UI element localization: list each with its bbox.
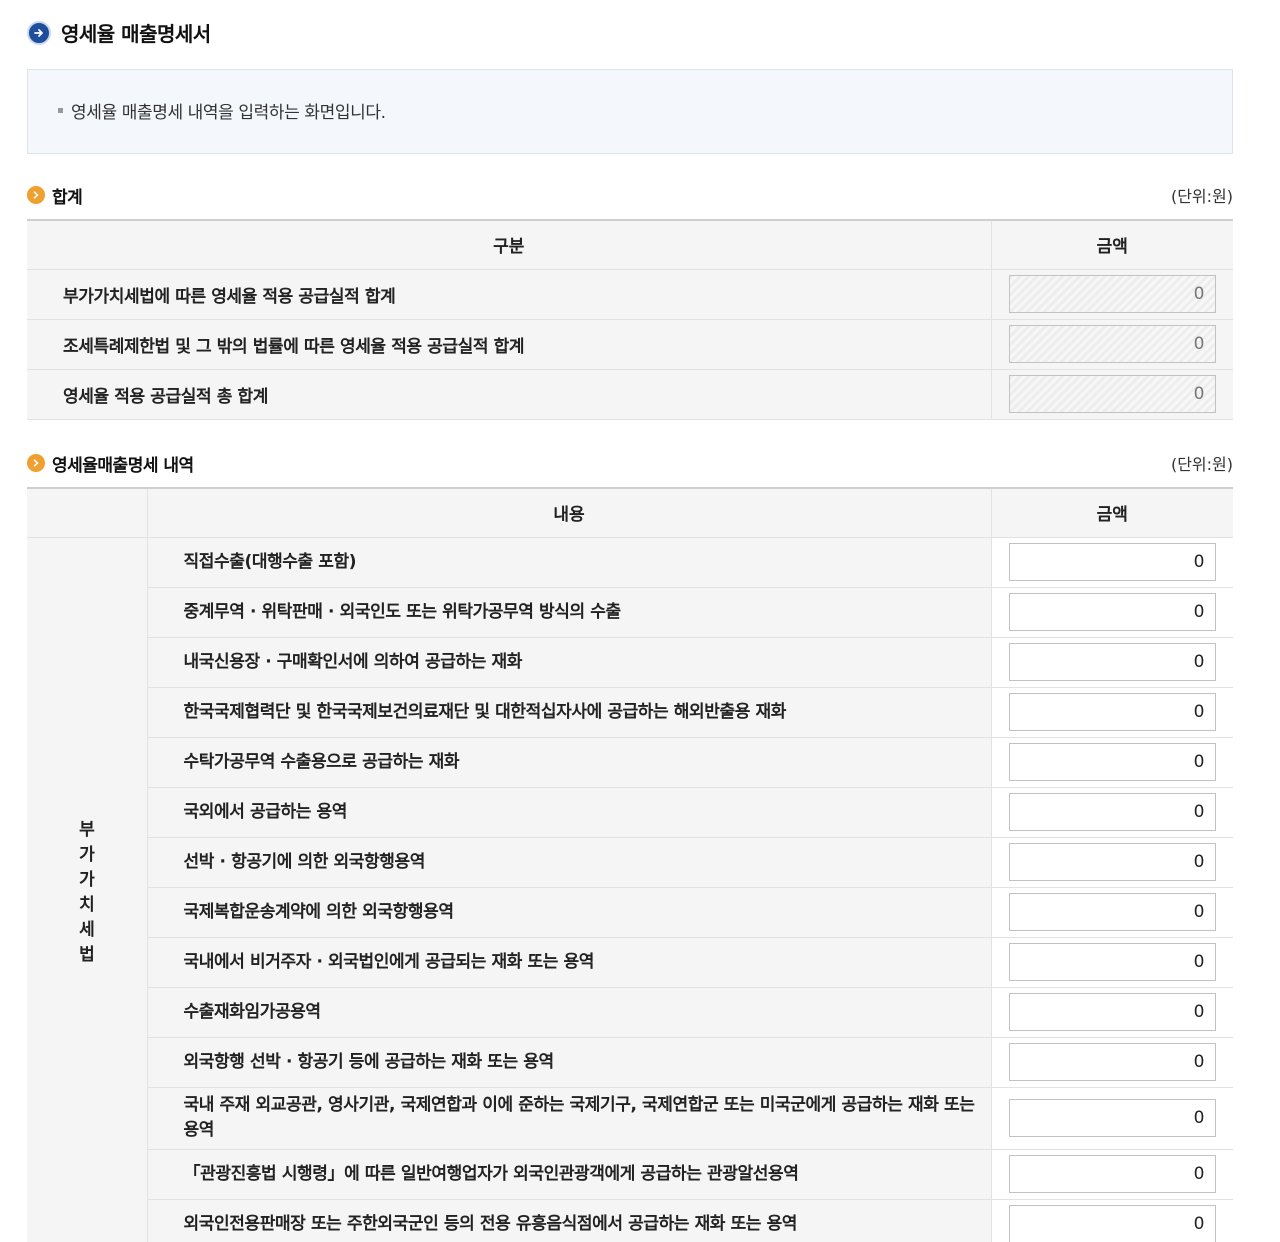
detail-col-amount: 금액 [990, 488, 1233, 538]
koica-supply-amount-input[interactable] [1008, 693, 1216, 731]
table-row: 국내에서 비거주자 · 외국법인에게 공급되는 재화 또는 용역 [27, 937, 1233, 988]
summary-vat-total-input[interactable] [1008, 275, 1216, 313]
detail-row-label: 외국항행 선박 · 항공기 등에 공급하는 재화 또는 용역 [147, 1037, 991, 1088]
detail-row-label: 내국신용장 · 구매확인서에 의하여 공급하는 재화 [147, 637, 991, 688]
summary-col-category: 구분 [27, 220, 991, 270]
summary-row-label: 부가가치세법에 따른 영세율 적용 공급실적 합계 [27, 269, 991, 320]
chevron-right-circle-icon [27, 454, 45, 472]
summary-section-title: 합계 [52, 187, 83, 208]
description-text: 영세율 매출명세 내역을 입력하는 화면입니다. [71, 103, 386, 123]
detail-col-category [27, 488, 148, 538]
detail-row-label: 국내 주재 외교공관, 영사기관, 국제연합과 이에 준하는 국제기구, 국제연… [147, 1087, 991, 1150]
nonresident-supply-amount-input[interactable] [1008, 943, 1216, 981]
ship-aircraft-service-amount-input[interactable] [1008, 843, 1216, 881]
detail-section-header: 영세율매출명세 내역 (단위:원) [27, 451, 1233, 476]
summary-row-label: 조세특례제한법 및 그 밖의 법률에 따른 영세율 적용 공급실적 합계 [27, 319, 991, 370]
detail-unit-label: (단위:원) [1170, 455, 1233, 474]
table-row: 국내 주재 외교공관, 영사기관, 국제연합과 이에 준하는 국제기구, 국제연… [27, 1087, 1233, 1150]
summary-section-header: 합계 (단위:원) [27, 183, 1233, 208]
foreigner-store-amount-input[interactable] [1008, 1205, 1216, 1242]
detail-amount-cell [990, 1087, 1233, 1150]
consignment-processing-amount-input[interactable] [1008, 743, 1216, 781]
export-processing-amount-input[interactable] [1008, 993, 1216, 1031]
summary-col-amount: 금액 [990, 220, 1233, 270]
page-title: 영세율 매출명세서 [61, 22, 211, 46]
detail-category-label: 부가가치세법 [79, 820, 95, 965]
table-row: 「관광진흥법 시행령」에 따른 일반여행업자가 외국인관광객에게 공급하는 관광… [27, 1149, 1233, 1200]
detail-col-content: 내용 [147, 488, 991, 538]
table-row: 부가가치세법 직접수출(대행수출 포함) [27, 537, 1233, 1242]
detail-amount-cell [990, 837, 1233, 888]
detail-row-label: 한국국제협력단 및 한국국제보건의료재단 및 대한적십자사에 공급하는 해외반출… [147, 687, 991, 738]
detail-amount-cell [990, 737, 1233, 788]
square-bullet-icon [58, 108, 63, 113]
detail-row-label: 국외에서 공급하는 용역 [147, 787, 991, 838]
overseas-service-amount-input[interactable] [1008, 793, 1216, 831]
foreign-vessel-supply-amount-input[interactable] [1008, 1043, 1216, 1081]
detail-row-label: 국내에서 비거주자 · 외국법인에게 공급되는 재화 또는 용역 [147, 937, 991, 988]
detail-row-label: 직접수출(대행수출 포함) [147, 537, 991, 588]
summary-table: 구분 금액 부가가치세법에 따른 영세율 적용 공급실적 합계 조세특례제한법 … [27, 219, 1233, 420]
detail-row-label: 수출재화임가공용역 [147, 987, 991, 1038]
detail-amount-cell [990, 887, 1233, 938]
detail-amount-cell [990, 537, 1233, 588]
table-row: 중계무역 · 위탁판매 · 외국인도 또는 위탁가공무역 방식의 수출 [27, 587, 1233, 638]
summary-grand-total-input[interactable] [1008, 375, 1216, 413]
detail-row-label: 수탁가공무역 수출용으로 공급하는 재화 [147, 737, 991, 788]
detail-row-label: 「관광진흥법 시행령」에 따른 일반여행업자가 외국인관광객에게 공급하는 관광… [147, 1149, 991, 1200]
summary-amount-cell [990, 369, 1233, 420]
table-row: 선박 · 항공기에 의한 외국항행용역 [27, 837, 1233, 888]
detail-amount-cell [990, 937, 1233, 988]
summary-special-tax-total-input[interactable] [1008, 325, 1216, 363]
detail-row-label: 중계무역 · 위탁판매 · 외국인도 또는 위탁가공무역 방식의 수출 [147, 587, 991, 638]
summary-row-label: 영세율 적용 공급실적 총 합계 [27, 369, 991, 420]
summary-unit-label: (단위:원) [1170, 187, 1233, 206]
detail-amount-cell [990, 987, 1233, 1038]
detail-category-cell: 부가가치세법 [27, 537, 148, 1242]
table-row: 내국신용장 · 구매확인서에 의하여 공급하는 재화 [27, 637, 1233, 688]
detail-table: 내용 금액 부가가치세법 직접수출(대행수출 포함) 중계무역 · 위탁판매 ·… [27, 487, 1233, 1242]
table-row: 조세특례제한법 및 그 밖의 법률에 따른 영세율 적용 공급실적 합계 [27, 319, 1233, 370]
arrow-right-circle-icon [27, 20, 51, 45]
intermediary-trade-amount-input[interactable] [1008, 593, 1216, 631]
detail-row-label: 선박 · 항공기에 의한 외국항행용역 [147, 837, 991, 888]
local-lc-amount-input[interactable] [1008, 643, 1216, 681]
detail-header-row: 내용 금액 [27, 488, 1233, 538]
description: 영세율 매출명세 내역을 입력하는 화면입니다. [58, 98, 386, 123]
table-row: 외국항행 선박 · 항공기 등에 공급하는 재화 또는 용역 [27, 1037, 1233, 1088]
detail-row-label: 국제복합운송계약에 의한 외국항행용역 [147, 887, 991, 938]
diplomatic-supply-amount-input[interactable] [1008, 1099, 1216, 1137]
detail-amount-cell [990, 687, 1233, 738]
table-row: 한국국제협력단 및 한국국제보건의료재단 및 대한적십자사에 공급하는 해외반출… [27, 687, 1233, 738]
chevron-right-circle-icon [27, 186, 45, 204]
table-row: 국외에서 공급하는 용역 [27, 787, 1233, 838]
summary-amount-cell [990, 319, 1233, 370]
table-row: 영세율 적용 공급실적 총 합계 [27, 369, 1233, 420]
detail-amount-cell [990, 1199, 1233, 1242]
table-row: 국제복합운송계약에 의한 외국항행용역 [27, 887, 1233, 938]
multimodal-transport-amount-input[interactable] [1008, 893, 1216, 931]
description-box: 영세율 매출명세 내역을 입력하는 화면입니다. [27, 69, 1233, 154]
detail-amount-cell [990, 787, 1233, 838]
summary-amount-cell [990, 269, 1233, 320]
tourism-service-amount-input[interactable] [1008, 1155, 1216, 1193]
detail-section-title: 영세율매출명세 내역 [52, 455, 194, 476]
detail-amount-cell [990, 1037, 1233, 1088]
detail-amount-cell [990, 637, 1233, 688]
summary-header-row: 구분 금액 [27, 220, 1233, 270]
table-row: 수출재화임가공용역 [27, 987, 1233, 1038]
table-row: 외국인전용판매장 또는 주한외국군인 등의 전용 유흥음식점에서 공급하는 재화… [27, 1199, 1233, 1242]
page-header: 영세율 매출명세서 [27, 18, 211, 47]
table-row: 수탁가공무역 수출용으로 공급하는 재화 [27, 737, 1233, 788]
detail-row-label: 외국인전용판매장 또는 주한외국군인 등의 전용 유흥음식점에서 공급하는 재화… [147, 1199, 991, 1242]
direct-export-amount-input[interactable] [1008, 543, 1216, 581]
detail-amount-cell [990, 1149, 1233, 1200]
table-row: 부가가치세법에 따른 영세율 적용 공급실적 합계 [27, 269, 1233, 320]
detail-amount-cell [990, 587, 1233, 638]
